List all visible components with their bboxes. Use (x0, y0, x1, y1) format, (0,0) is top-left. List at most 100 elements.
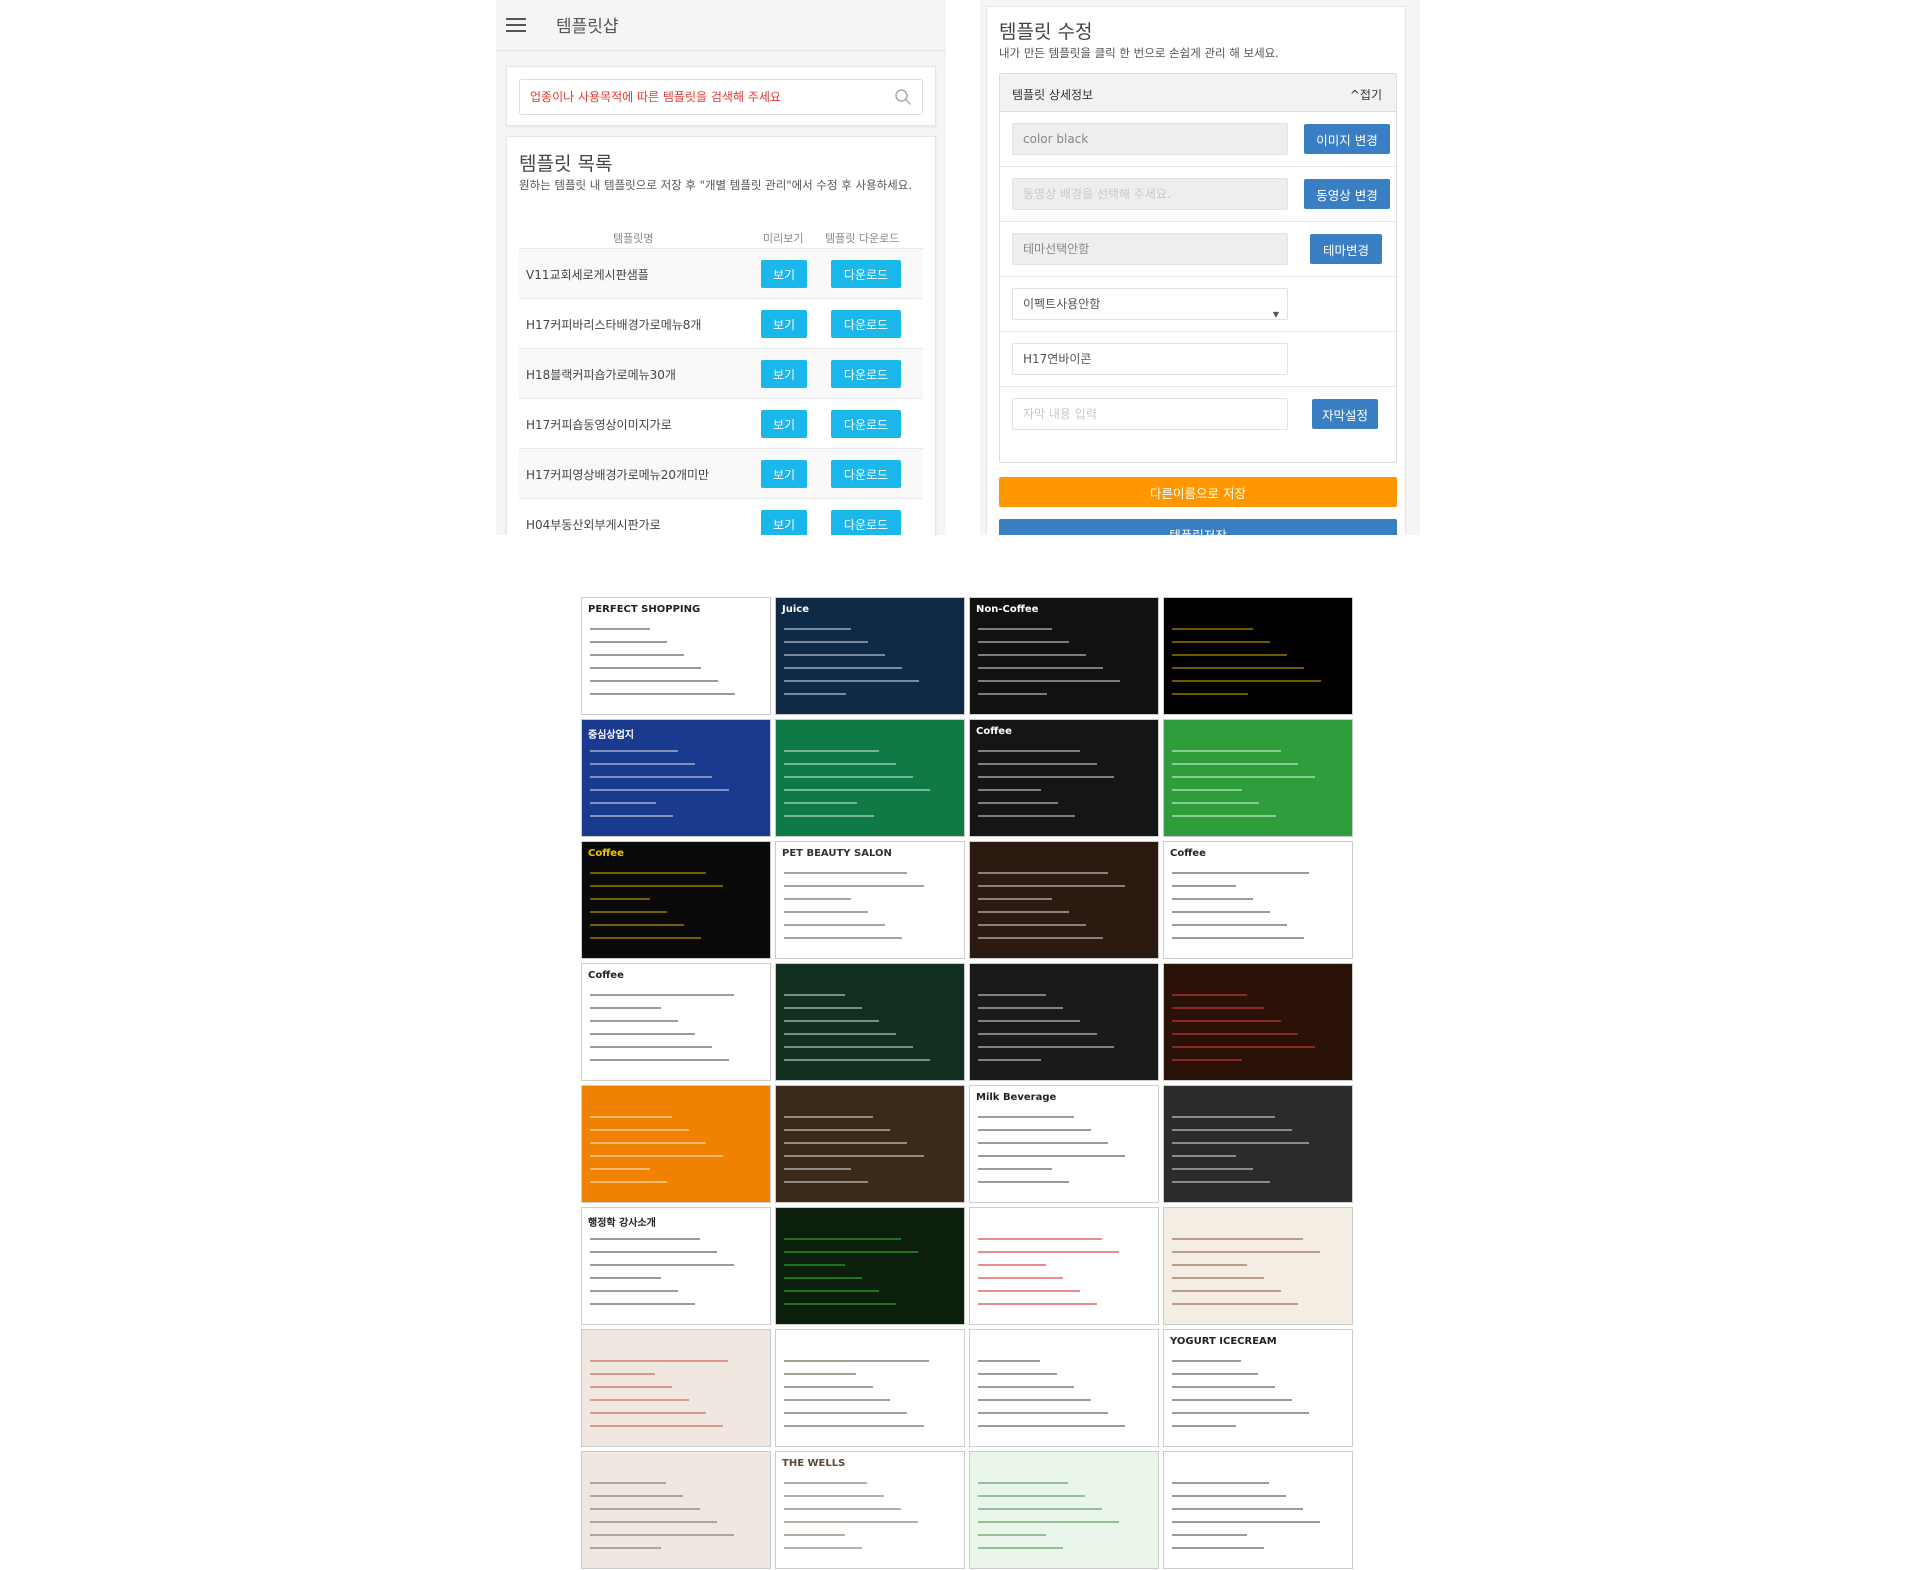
template-thumbnail[interactable]: YOGURT ICECREAM (1163, 1329, 1353, 1447)
template-thumbnail[interactable]: Milk Beverage (969, 1085, 1159, 1203)
thumbnail-menu-line (784, 763, 896, 765)
template-thumbnail[interactable] (1163, 1451, 1353, 1569)
thumbnail-menu-line (590, 1386, 672, 1388)
template-thumbnail[interactable] (775, 1329, 965, 1447)
thumbnail-menu-line (978, 1290, 1080, 1292)
view-button[interactable]: 보기 (761, 360, 807, 388)
thumbnail-menu-line (784, 1277, 862, 1279)
template-list-title: 템플릿 목록 (519, 153, 613, 175)
template-thumbnail[interactable] (1163, 597, 1353, 715)
download-button[interactable]: 다운로드 (831, 460, 901, 488)
template-thumbnail[interactable] (969, 1207, 1159, 1325)
template-thumbnail[interactable] (969, 1451, 1159, 1569)
thumbnail-menu-line (978, 1495, 1085, 1497)
thumbnail-menu-line (784, 1495, 884, 1497)
thumbnail-menu-line (1172, 1547, 1264, 1549)
thumbnail-menu-line (590, 802, 656, 804)
download-button[interactable]: 다운로드 (831, 360, 901, 388)
subtitle-settings-button[interactable]: 자막설정 (1312, 399, 1378, 429)
template-thumbnail[interactable]: Non-Coffee (969, 597, 1159, 715)
change-video-button[interactable]: 동영상 변경 (1304, 179, 1390, 209)
view-button[interactable]: 보기 (761, 410, 807, 438)
template-thumbnail[interactable] (581, 1085, 771, 1203)
thumbnail-menu-line (784, 1181, 868, 1183)
shop-title: 템플릿샵 (556, 17, 619, 37)
change-theme-button[interactable]: 테마변경 (1310, 234, 1382, 264)
template-name-field[interactable]: H17연바이콘 (1012, 343, 1288, 375)
template-thumbnail[interactable]: 중심상업지 (581, 719, 771, 837)
thumbnail-menu-line (1172, 815, 1276, 817)
template-thumbnail[interactable]: THE WELLS (775, 1451, 965, 1569)
menu-icon[interactable] (506, 18, 526, 32)
thumbnail-menu-line (590, 1059, 729, 1061)
template-thumbnail[interactable] (1163, 719, 1353, 837)
template-thumbnail[interactable]: Juice (775, 597, 965, 715)
template-thumbnail[interactable] (1163, 1207, 1353, 1325)
thumbnail-caption: PET BEAUTY SALON (782, 848, 892, 859)
thumbnail-menu-line (784, 1373, 856, 1375)
template-thumbnail[interactable] (775, 1085, 965, 1203)
template-thumbnail[interactable] (1163, 1085, 1353, 1203)
video-field[interactable]: 동영상 배경을 선택해 주세요. (1012, 178, 1288, 210)
thumbnail-menu-line (978, 667, 1103, 669)
template-name: V11교회세로게시판샘플 (526, 268, 649, 282)
thumbnail-menu-line (590, 1482, 666, 1484)
template-thumbnail[interactable]: Coffee (969, 719, 1159, 837)
view-button[interactable]: 보기 (761, 260, 807, 288)
thumbnail-menu-line (1172, 1373, 1258, 1375)
template-thumbnail[interactable] (775, 963, 965, 1081)
thumbnail-menu-line (590, 1129, 689, 1131)
thumbnail-menu-line (590, 1290, 678, 1292)
template-thumbnail[interactable] (581, 1329, 771, 1447)
change-image-button[interactable]: 이미지 변경 (1304, 124, 1390, 154)
thumbnail-menu-line (1172, 1129, 1292, 1131)
template-thumbnail[interactable] (969, 963, 1159, 1081)
template-thumbnail[interactable] (1163, 963, 1353, 1081)
thumbnail-menu-line (978, 885, 1125, 887)
template-thumbnail[interactable] (775, 1207, 965, 1325)
template-thumbnail[interactable] (969, 1329, 1159, 1447)
template-thumbnail[interactable] (775, 719, 965, 837)
search-icon[interactable] (894, 88, 912, 106)
thumbnail-menu-line (784, 994, 845, 996)
thumbnail-menu-line (1172, 1303, 1298, 1305)
thumbnail-menu-line (590, 1508, 700, 1510)
thumbnail-menu-line (784, 1290, 879, 1292)
thumbnail-menu-line (784, 1033, 896, 1035)
download-button[interactable]: 다운로드 (831, 260, 901, 288)
save-as-button[interactable]: 다른이름으로 저장 (999, 477, 1397, 507)
thumbnail-menu-line (590, 815, 673, 817)
template-thumbnail[interactable] (969, 841, 1159, 959)
thumbnail-menu-line (784, 1534, 845, 1536)
table-row: H04부동산외부게시판가로 보기 다운로드 (519, 499, 923, 535)
view-button[interactable]: 보기 (761, 310, 807, 338)
thumbnail-menu-line (1172, 1168, 1253, 1170)
search-box[interactable] (519, 79, 923, 115)
table-row: H18블랙커피숍가로메뉴30개 보기 다운로드 (519, 349, 923, 399)
view-button[interactable]: 보기 (761, 510, 807, 535)
download-button[interactable]: 다운로드 (831, 410, 901, 438)
thumbnail-menu-line (590, 1303, 695, 1305)
subtitle-input[interactable]: 자막 내용 입력 (1012, 398, 1288, 430)
search-input[interactable] (520, 80, 880, 114)
template-thumbnail[interactable]: Coffee (1163, 841, 1353, 959)
template-thumbnail[interactable]: 행정학 강사소개 (581, 1207, 771, 1325)
thumbnail-caption: 중심상업지 (588, 730, 634, 741)
template-thumbnail[interactable]: PERFECT SHOPPING (581, 597, 771, 715)
header-template-name: 템플릿명 (613, 232, 654, 245)
thumbnail-menu-line (590, 693, 735, 695)
template-thumbnail[interactable] (581, 1451, 771, 1569)
view-button[interactable]: 보기 (761, 460, 807, 488)
template-thumbnail[interactable]: Coffee (581, 963, 771, 1081)
save-template-button[interactable]: 템플릿저장 (999, 519, 1397, 535)
template-thumbnail[interactable]: PET BEAUTY SALON (775, 841, 965, 959)
thumbnail-menu-line (590, 1033, 695, 1035)
thumbnail-menu-line (784, 898, 851, 900)
download-button[interactable]: 다운로드 (831, 310, 901, 338)
template-thumbnail[interactable]: Coffee (581, 841, 771, 959)
thumbnail-menu-line (1172, 1238, 1303, 1240)
thumbnail-menu-line (784, 693, 846, 695)
download-button[interactable]: 다운로드 (831, 510, 901, 535)
effect-select[interactable]: 이펙트사용안함 ▼ (1012, 288, 1288, 320)
collapse-toggle[interactable]: ^접기 (1350, 86, 1382, 103)
